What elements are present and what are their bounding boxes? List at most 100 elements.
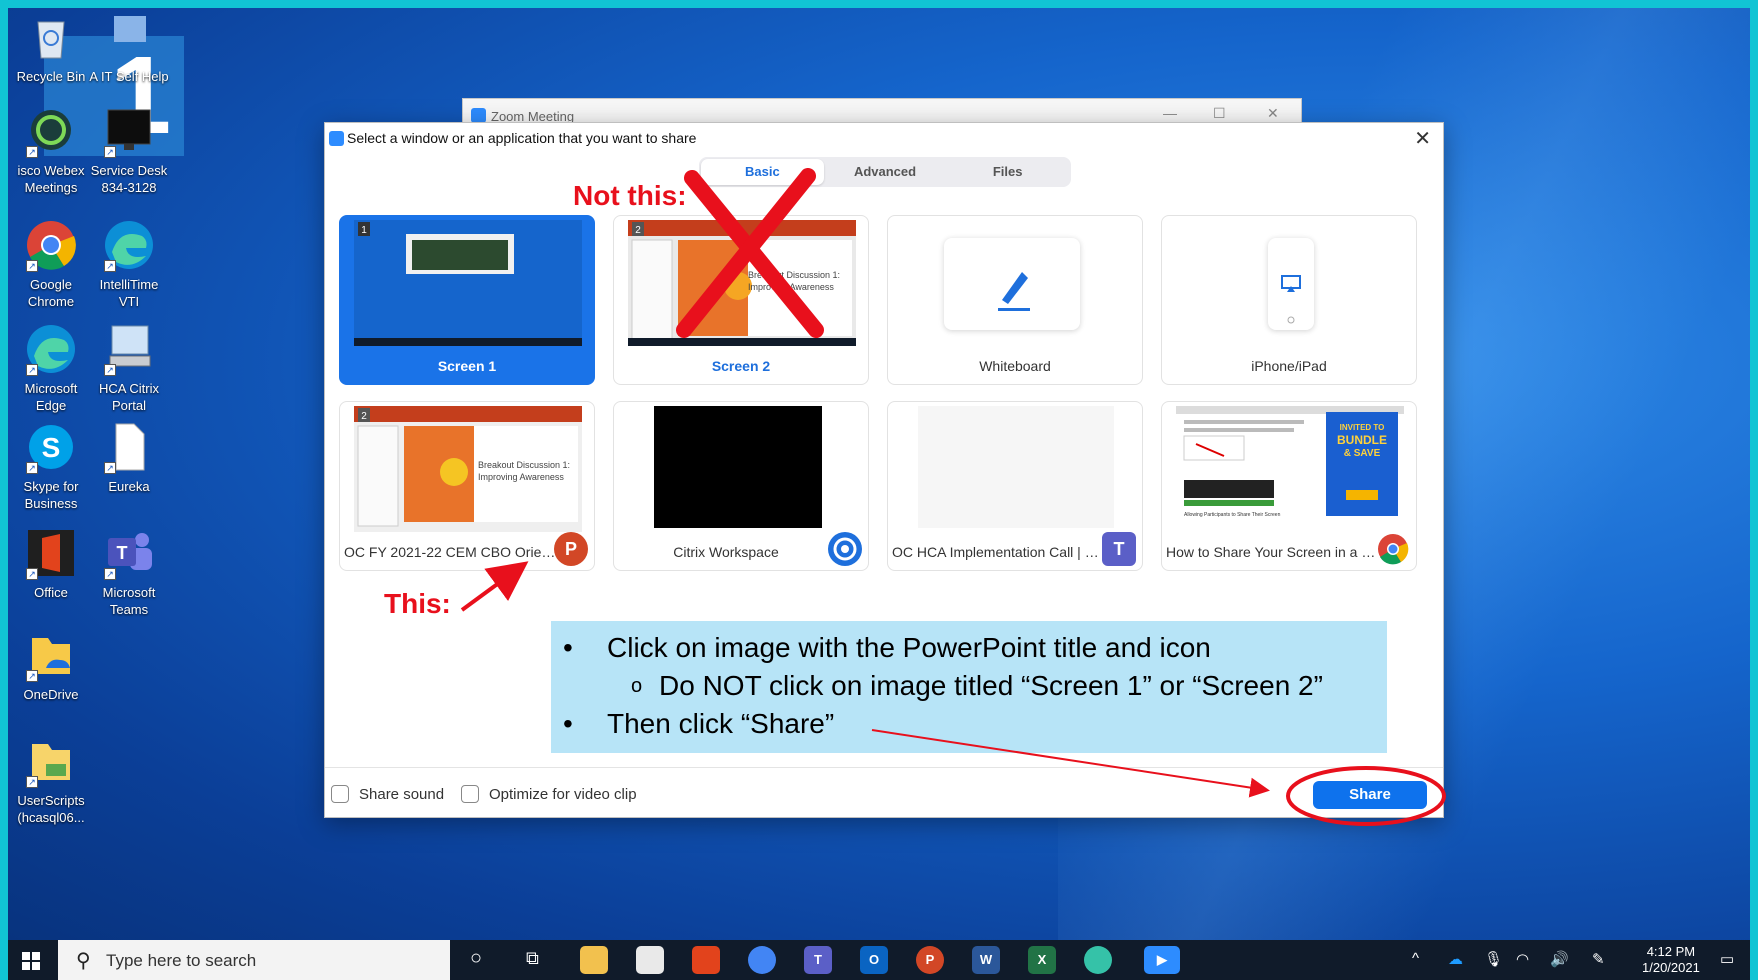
outlook-icon[interactable]: O xyxy=(860,946,888,974)
tab-files[interactable]: Files xyxy=(946,159,1069,185)
desktop-icon-label: Eureka xyxy=(108,479,150,494)
minimize-icon[interactable]: — xyxy=(1163,105,1177,121)
dialog-header: Select a window or an application that y… xyxy=(325,123,1443,155)
clock[interactable]: 4:12 PM 1/20/2021 xyxy=(1642,944,1700,976)
svg-text:S: S xyxy=(42,432,61,463)
tile-citrix-workspace[interactable]: Citrix Workspace xyxy=(613,401,869,571)
desktop-icon-label: Microsoft Teams xyxy=(102,585,156,617)
tile-chrome-window[interactable]: Allowing Participants to Share Their Scr… xyxy=(1161,401,1417,571)
share-button[interactable]: Share xyxy=(1313,781,1427,809)
desktop-icon-intellitime[interactable]: ↗ IntelliTime VTI xyxy=(88,218,170,310)
desktop-icon-label: HCA Citrix Portal xyxy=(99,381,159,413)
teams-icon[interactable]: T xyxy=(804,946,832,974)
folder-icon: ↗ xyxy=(24,628,78,682)
tile-powerpoint-window[interactable]: Breakout Discussion 1: Improving Awarene… xyxy=(339,401,595,571)
file-explorer-icon[interactable] xyxy=(580,946,608,974)
cortana-icon[interactable]: ○ xyxy=(470,947,482,970)
taskbar: ⚲ Type here to search ○ ⧉ T O P W X ▶ ^ … xyxy=(8,940,1750,980)
optimize-video-checkbox[interactable]: Optimize for video clip xyxy=(461,785,637,803)
screen-1-thumbnail: 1 xyxy=(354,220,582,346)
instruction-1: Click on image with the PowerPoint title… xyxy=(563,629,1387,667)
screen-2-thumbnail: Breakout Discussion 1: Improving Awarene… xyxy=(628,220,856,346)
pen-icon[interactable]: ✎ xyxy=(1592,950,1605,968)
close-icon[interactable]: ✕ xyxy=(1414,126,1431,151)
slide-title-line1: Breakout Discussion 1: xyxy=(478,460,570,470)
zoom-icon xyxy=(329,131,344,146)
onedrive-icon[interactable]: ☁ xyxy=(1448,950,1463,968)
task-view-icon[interactable]: ⧉ xyxy=(526,948,539,969)
tile-teams-call[interactable]: OC HCA Implementation Call | Mi... T xyxy=(887,401,1143,571)
excel-icon[interactable]: X xyxy=(1028,946,1056,974)
desktop-icon-onedrive[interactable]: ↗ OneDrive xyxy=(10,628,92,703)
recycle-bin-icon xyxy=(24,10,78,64)
search-placeholder: Type here to search xyxy=(106,951,257,970)
desktop-icon-label: Microsoft Edge xyxy=(24,381,78,413)
computer-icon: ↗ xyxy=(102,322,156,376)
maximize-icon[interactable]: ☐ xyxy=(1213,105,1226,122)
zoom-icon[interactable]: ▶ xyxy=(1144,946,1180,974)
instruction-3: Then click “Share” xyxy=(563,705,1387,743)
desktop-icon-userscripts[interactable]: ↗ UserScripts (hcasql06... xyxy=(10,734,92,826)
whiteboard-card xyxy=(944,238,1080,330)
pencil-icon xyxy=(998,272,1030,311)
not-this-annotation: Not this: xyxy=(573,180,687,211)
word-icon[interactable]: W xyxy=(972,946,1000,974)
phone-card xyxy=(1268,238,1314,330)
tab-basic[interactable]: Basic xyxy=(701,159,824,185)
citrix-thumbnail xyxy=(654,406,822,528)
citrix-icon xyxy=(828,532,862,566)
volume-icon[interactable]: 🔊 xyxy=(1550,950,1569,968)
desktop-icon-label: IntelliTime VTI xyxy=(99,277,159,309)
desktop-icon-eureka[interactable]: ↗ Eureka xyxy=(88,420,170,495)
office-icon[interactable] xyxy=(692,946,720,974)
tile-screen-1[interactable]: 1 Screen 1 xyxy=(339,215,595,385)
desktop-icon-teams[interactable]: T ↗ Microsoft Teams xyxy=(88,526,170,618)
share-screen-dialog: Select a window or an application that y… xyxy=(324,122,1444,818)
powerpoint-icon[interactable]: P xyxy=(916,946,944,974)
this-annotation: This: xyxy=(384,588,451,619)
tile-screen-2[interactable]: Breakout Discussion 1: Improving Awarene… xyxy=(613,215,869,385)
notification-icon[interactable]: ▭ xyxy=(1720,950,1734,968)
desktop-icon-service-desk[interactable]: ↗ Service Desk 834-3128 xyxy=(88,104,170,196)
share-sound-label: Share sound xyxy=(359,785,445,803)
slide-title-line2: Improving Awareness xyxy=(478,472,564,482)
airplay-icon xyxy=(1281,275,1301,324)
screen-number-label: 2 xyxy=(361,411,367,422)
screen-number-label: 2 xyxy=(635,225,641,236)
microphone-icon[interactable]: 🎙 xyxy=(1484,950,1503,968)
desktop-icon-recycle-bin[interactable]: Recycle Bin xyxy=(10,10,92,85)
zoom-icon xyxy=(471,108,486,123)
desktop-icon-label: OneDrive xyxy=(23,687,79,702)
desktop-icon-office[interactable]: ↗ Office xyxy=(10,526,92,601)
desktop-icon-hca-citrix[interactable]: ↗ HCA Citrix Portal xyxy=(88,322,170,414)
desktop-icon-chrome[interactable]: ↗ Google Chrome xyxy=(10,218,92,310)
search-icon: ⚲ xyxy=(76,950,91,972)
wifi-icon[interactable]: ◠ xyxy=(1516,950,1529,968)
desktop-icon-label: Office xyxy=(34,585,68,600)
clock-time: 4:12 PM xyxy=(1646,944,1696,959)
svg-text:T: T xyxy=(117,543,128,563)
chrome-icon[interactable] xyxy=(748,946,776,974)
instruction-2: Do NOT click on image titled “Screen 1” … xyxy=(563,667,1387,705)
desktop-icon-webex[interactable]: ↗ isco Webex Meetings xyxy=(10,104,92,196)
it-help-icon xyxy=(102,10,156,64)
dialog-footer: Share sound Optimize for video clip Shar… xyxy=(325,767,1443,817)
checkbox-box[interactable] xyxy=(331,785,349,803)
desktop-icon-skype[interactable]: S ↗ Skype for Business xyxy=(10,420,92,512)
chevron-up-icon[interactable]: ^ xyxy=(1412,950,1419,967)
share-sound-checkbox[interactable]: Share sound xyxy=(331,785,444,803)
teams-icon: T ↗ xyxy=(102,526,156,580)
windows-start-icon[interactable] xyxy=(22,952,40,970)
close-icon[interactable]: ✕ xyxy=(1267,105,1279,122)
store-icon[interactable] xyxy=(636,946,664,974)
tile-whiteboard[interactable]: Whiteboard xyxy=(887,215,1143,385)
desktop-icon-it-self-help[interactable]: A IT Self Help xyxy=(88,10,170,85)
tab-advanced[interactable]: Advanced xyxy=(824,159,947,185)
desktop-icon-label: Skype for Business xyxy=(23,479,79,511)
desktop-icon-edge[interactable]: ↗ Microsoft Edge xyxy=(10,322,92,414)
dialog-title: Select a window or an application that y… xyxy=(347,130,697,146)
webex-icon[interactable] xyxy=(1084,946,1112,974)
tile-iphone-ipad[interactable]: iPhone/iPad xyxy=(1161,215,1417,385)
checkbox-box[interactable] xyxy=(461,785,479,803)
taskbar-search[interactable]: ⚲ Type here to search xyxy=(58,940,450,980)
